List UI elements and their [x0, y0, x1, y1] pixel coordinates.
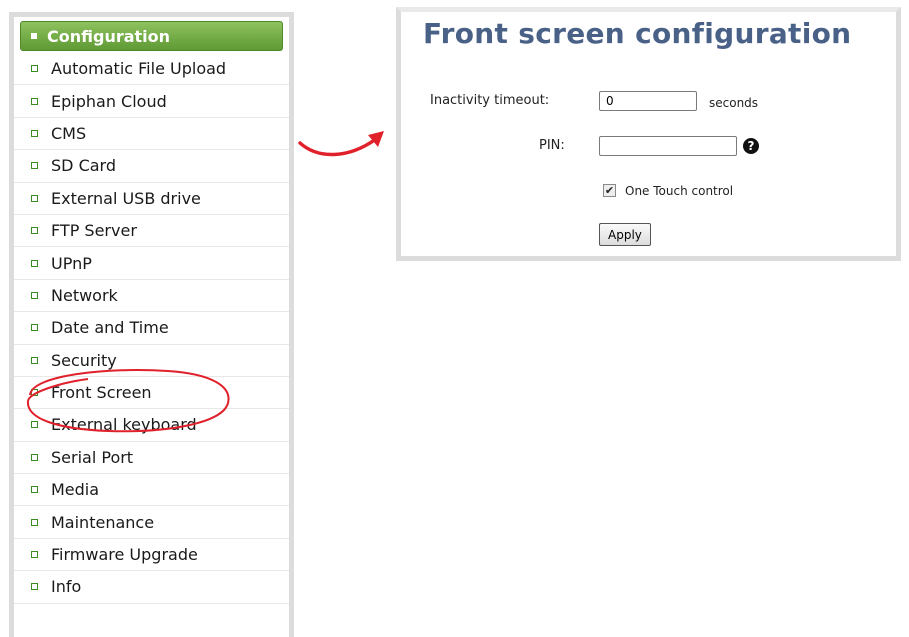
square-bullet-icon	[31, 518, 38, 526]
sidebar-item-serial-port[interactable]: Serial Port	[14, 442, 289, 475]
square-bullet-icon	[31, 129, 38, 137]
sidebar-item-network[interactable]: Network	[14, 280, 289, 313]
sidebar-item-cms[interactable]: CMS	[14, 118, 289, 151]
sidebar-item-upnp[interactable]: UPnP	[14, 247, 289, 280]
sidebar-item-epiphan-cloud[interactable]: Epiphan Cloud	[14, 85, 289, 118]
sidebar-item-external-usb-drive[interactable]: External USB drive	[14, 183, 289, 215]
square-bullet-icon	[31, 421, 38, 429]
sidebar-item-front-screen[interactable]: Front Screen	[14, 377, 289, 410]
square-bullet-icon	[31, 97, 38, 105]
sidebar-item-label: Date and Time	[51, 318, 169, 338]
pin-input[interactable]	[599, 136, 737, 156]
sidebar-item-label: Front Screen	[51, 383, 152, 403]
sidebar-item-label: Network	[51, 285, 118, 305]
sidebar-item-label: UPnP	[51, 253, 92, 273]
square-bullet-icon	[31, 486, 38, 494]
help-icon[interactable]: ?	[743, 138, 759, 154]
square-bullet-icon	[31, 324, 38, 332]
seconds-unit-label: seconds	[709, 96, 759, 110]
sidebar-item-label: Automatic File Upload	[51, 59, 227, 79]
sidebar-item-date-and-time[interactable]: Date and Time	[14, 312, 289, 345]
sidebar-item-label: Maintenance	[51, 512, 155, 532]
sidebar-header-label: Configuration	[47, 26, 171, 46]
square-bullet-icon	[31, 194, 38, 202]
sidebar-item-label: CMS	[51, 123, 87, 143]
square-bullet-icon	[31, 291, 38, 299]
sidebar-item-label: Epiphan Cloud	[51, 91, 167, 111]
square-bullet-icon	[31, 259, 38, 267]
config-sidebar: Configuration Automatic File Upload Epip…	[9, 12, 294, 637]
square-bullet-icon	[31, 356, 38, 364]
sidebar-item-security[interactable]: Security	[14, 345, 289, 377]
square-bullet-icon	[31, 162, 38, 170]
sidebar-item-label: Serial Port	[51, 447, 134, 467]
sidebar-item-ftp-server[interactable]: FTP Server	[14, 215, 289, 248]
front-screen-config-panel: Front screen configuration Inactivity ti…	[396, 7, 901, 261]
sidebar-item-label: Firmware Upgrade	[51, 545, 198, 565]
page-title: Front screen configuration	[423, 17, 852, 50]
sidebar-item-maintenance[interactable]: Maintenance	[14, 506, 289, 539]
sidebar-item-label: Info	[51, 577, 82, 597]
square-bullet-icon	[31, 389, 38, 397]
apply-button[interactable]: Apply	[599, 223, 651, 246]
sidebar-item-info[interactable]: Info	[14, 571, 289, 604]
one-touch-checkbox[interactable]: ✔	[603, 184, 616, 197]
square-bullet-icon	[31, 33, 37, 39]
square-bullet-icon	[31, 65, 38, 73]
sidebar-item-firmware-upgrade[interactable]: Firmware Upgrade	[14, 539, 289, 572]
sidebar-item-label: FTP Server	[51, 221, 137, 241]
square-bullet-icon	[31, 583, 38, 591]
sidebar-item-automatic-file-upload[interactable]: Automatic File Upload	[14, 53, 289, 86]
pin-label: PIN:	[539, 138, 565, 153]
inactivity-timeout-label: Inactivity timeout:	[430, 93, 550, 108]
square-bullet-icon	[31, 551, 38, 559]
square-bullet-icon	[31, 453, 38, 461]
sidebar-item-label: SD Card	[51, 156, 116, 176]
square-bullet-icon	[31, 227, 38, 235]
sidebar-item-media[interactable]: Media	[14, 474, 289, 507]
sidebar-menu: Automatic File Upload Epiphan Cloud CMS …	[14, 53, 289, 604]
one-touch-control-label: One Touch control	[625, 184, 734, 198]
sidebar-item-label: External keyboard	[51, 415, 197, 435]
curved-arrow-icon	[298, 131, 384, 157]
sidebar-item-label: Media	[51, 480, 100, 500]
inactivity-timeout-input[interactable]	[599, 91, 697, 111]
sidebar-item-external-keyboard[interactable]: External keyboard	[14, 409, 289, 442]
sidebar-item-label: External USB drive	[51, 188, 201, 208]
sidebar-header-configuration[interactable]: Configuration	[20, 21, 283, 51]
sidebar-item-label: Security	[51, 350, 117, 370]
sidebar-item-sd-card[interactable]: SD Card	[14, 150, 289, 183]
